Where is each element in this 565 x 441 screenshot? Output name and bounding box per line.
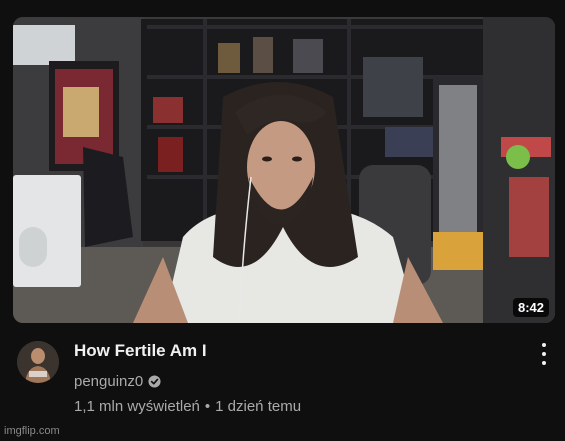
stats-separator: • <box>204 398 211 415</box>
verified-check-icon <box>148 375 161 388</box>
more-vert-icon[interactable] <box>537 343 551 365</box>
duration-badge: 8:42 <box>512 298 549 317</box>
view-count: 1,1 mln wyświetleń <box>74 398 200 415</box>
kebab-dot <box>542 352 546 356</box>
kebab-dot <box>542 343 546 347</box>
imgflip-watermark: imgflip.com <box>4 425 60 437</box>
channel-avatar[interactable] <box>17 341 59 383</box>
avatar-image <box>17 341 59 383</box>
video-details: How Fertile Am I penguinz0 1,1 mln wyświ… <box>13 335 555 425</box>
upload-age: 1 dzień temu <box>215 398 302 415</box>
video-title[interactable]: How Fertile Am I <box>74 341 207 361</box>
channel-row[interactable]: penguinz0 <box>74 373 161 390</box>
kebab-dot <box>542 361 546 365</box>
channel-name[interactable]: penguinz0 <box>74 373 143 390</box>
thumbnail-image <box>13 17 555 323</box>
video-stats: 1,1 mln wyświetleń • 1 dzień temu <box>74 398 301 415</box>
video-thumbnail[interactable]: 8:42 <box>13 17 555 323</box>
